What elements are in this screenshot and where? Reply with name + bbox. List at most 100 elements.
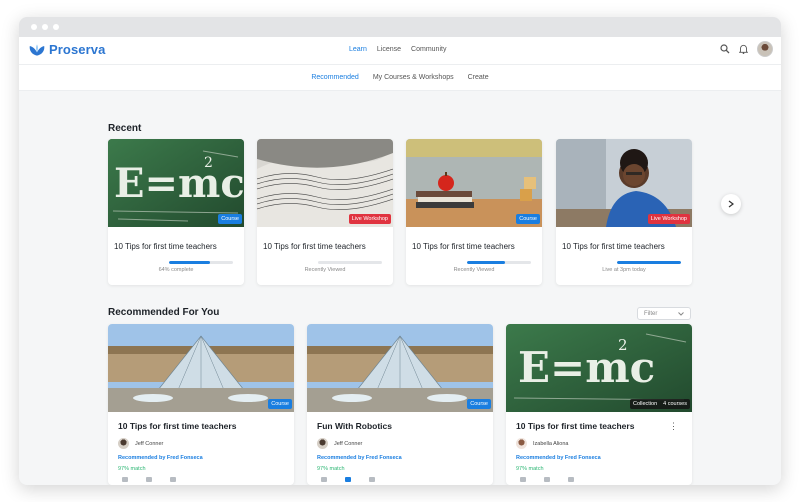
author-name: Jeff Conner	[334, 440, 363, 447]
collection-badge-label: Collection	[632, 401, 658, 407]
nav-learn[interactable]: Learn	[349, 46, 367, 53]
logo[interactable]: Proserva	[29, 42, 105, 57]
tab-my-courses-workshops[interactable]: My Courses & Workshops	[373, 74, 454, 81]
author-avatar	[516, 438, 527, 449]
app-window: Proserva Learn License Community Recomme…	[19, 17, 781, 485]
chevron-down-icon	[678, 311, 684, 316]
progress-bar	[617, 261, 681, 264]
nav-license[interactable]: License	[377, 46, 401, 53]
progress-label: Recently Viewed	[453, 267, 495, 273]
svg-text:E=mc: E=mc	[114, 160, 244, 207]
window-dot-close[interactable]	[31, 24, 37, 30]
share-icon[interactable]	[520, 477, 526, 482]
svg-text:2: 2	[618, 336, 628, 354]
course-badge: Course	[268, 399, 292, 409]
bookmark-icon[interactable]	[146, 477, 152, 482]
author-name: Izabella Aliona	[533, 440, 569, 447]
card-thumbnail: Live Workshop	[556, 139, 692, 227]
search-icon[interactable]	[720, 44, 730, 54]
card-actions	[122, 477, 176, 482]
recommended-card[interactable]: E=mc 2 Collection 4 courses 10 Tips for …	[506, 324, 692, 485]
card-thumbnail: Live Workshop	[257, 139, 393, 227]
louvre-image	[108, 324, 294, 412]
progress-fill	[617, 261, 681, 264]
more-options-icon[interactable]: ⋮	[669, 422, 678, 431]
louvre-image	[307, 324, 493, 412]
recommended-section-title: Recommended For You	[108, 307, 220, 318]
main-nav: Learn License Community	[349, 46, 446, 53]
card-title: 10 Tips for first time teachers	[114, 242, 217, 251]
tab-recommended[interactable]: Recommended	[311, 74, 358, 81]
author: Izabella Aliona	[516, 438, 568, 449]
card-thumbnail: E=mc 2 Collection 4 courses	[506, 324, 692, 412]
logo-icon	[29, 43, 45, 56]
recommended-card[interactable]: Course Fun With Robotics Jeff Conner Rec…	[307, 324, 493, 485]
progress-label: 64% complete	[158, 267, 194, 273]
window-titlebar	[19, 17, 781, 37]
filter-dropdown[interactable]: Filter	[637, 307, 691, 320]
nav-actions	[720, 41, 773, 57]
progress-bar	[169, 261, 233, 264]
svg-text:E=mc: E=mc	[518, 343, 655, 392]
card-actions	[520, 477, 574, 482]
author: Jeff Conner	[317, 438, 362, 449]
chevron-right-icon	[728, 200, 734, 208]
bookmark-icon[interactable]	[345, 477, 351, 482]
progress-fill	[169, 261, 210, 264]
next-arrow-button[interactable]	[721, 194, 741, 214]
author-avatar	[317, 438, 328, 449]
course-badge: Course	[516, 214, 540, 224]
match-percent: 97% match	[317, 466, 345, 472]
logo-text: Proserva	[49, 42, 106, 57]
course-badge: Course	[467, 399, 491, 409]
top-navigation: Proserva Learn License Community	[19, 37, 781, 65]
window-dot-minimize[interactable]	[42, 24, 48, 30]
author: Jeff Conner	[118, 438, 163, 449]
recent-card[interactable]: Course 10 Tips for first time teachers R…	[406, 139, 542, 285]
author-avatar	[118, 438, 129, 449]
recent-card[interactable]: Live Workshop 10 Tips for first time tea…	[556, 139, 692, 285]
window-dot-maximize[interactable]	[53, 24, 59, 30]
live-workshop-badge: Live Workshop	[647, 214, 690, 224]
match-percent: 97% match	[516, 466, 544, 472]
card-thumbnail: Course	[307, 324, 493, 412]
add-icon[interactable]	[568, 477, 574, 482]
recommended-by: Recommended by Fred Fonseca	[317, 455, 402, 461]
sub-navigation: Recommended My Courses & Workshops Creat…	[19, 65, 781, 91]
match-percent: 97% match	[118, 466, 146, 472]
card-thumbnail: Course	[406, 139, 542, 227]
card-title: 10 Tips for first time teachers	[118, 421, 237, 431]
add-icon[interactable]	[170, 477, 176, 482]
add-icon[interactable]	[369, 477, 375, 482]
card-thumbnail: Course	[108, 324, 294, 412]
share-icon[interactable]	[122, 477, 128, 482]
recommended-by: Recommended by Fred Fonseca	[118, 455, 203, 461]
progress-label: Recently Viewed	[304, 267, 346, 273]
card-title: Fun With Robotics	[317, 421, 392, 431]
card-title: 10 Tips for first time teachers	[263, 242, 366, 251]
recent-card[interactable]: Live Workshop 10 Tips for first time tea…	[257, 139, 393, 285]
collection-badge: Collection 4 courses	[629, 399, 690, 409]
card-title: 10 Tips for first time teachers	[412, 242, 515, 251]
progress-fill	[467, 261, 506, 264]
card-actions	[321, 477, 375, 482]
collection-count: 4 courses	[663, 401, 687, 407]
tab-create[interactable]: Create	[468, 74, 489, 81]
recommended-card[interactable]: Course 10 Tips for first time teachers J…	[108, 324, 294, 485]
card-thumbnail: E=mc 2 Course	[108, 139, 244, 227]
card-title: 10 Tips for first time teachers	[516, 421, 635, 431]
progress-bar	[467, 261, 531, 264]
card-title: 10 Tips for first time teachers	[562, 242, 665, 251]
user-avatar[interactable]	[757, 41, 773, 57]
nav-community[interactable]: Community	[411, 46, 446, 53]
course-badge: Course	[218, 214, 242, 224]
share-icon[interactable]	[321, 477, 327, 482]
live-workshop-badge: Live Workshop	[348, 214, 391, 224]
recent-card[interactable]: E=mc 2 Course 10 Tips for first time tea…	[108, 139, 244, 285]
filter-label: Filter	[644, 310, 658, 317]
svg-text:2: 2	[204, 155, 213, 171]
author-name: Jeff Conner	[135, 440, 164, 447]
recent-section-title: Recent	[108, 123, 142, 134]
bell-icon[interactable]	[739, 44, 748, 54]
bookmark-icon[interactable]	[544, 477, 550, 482]
